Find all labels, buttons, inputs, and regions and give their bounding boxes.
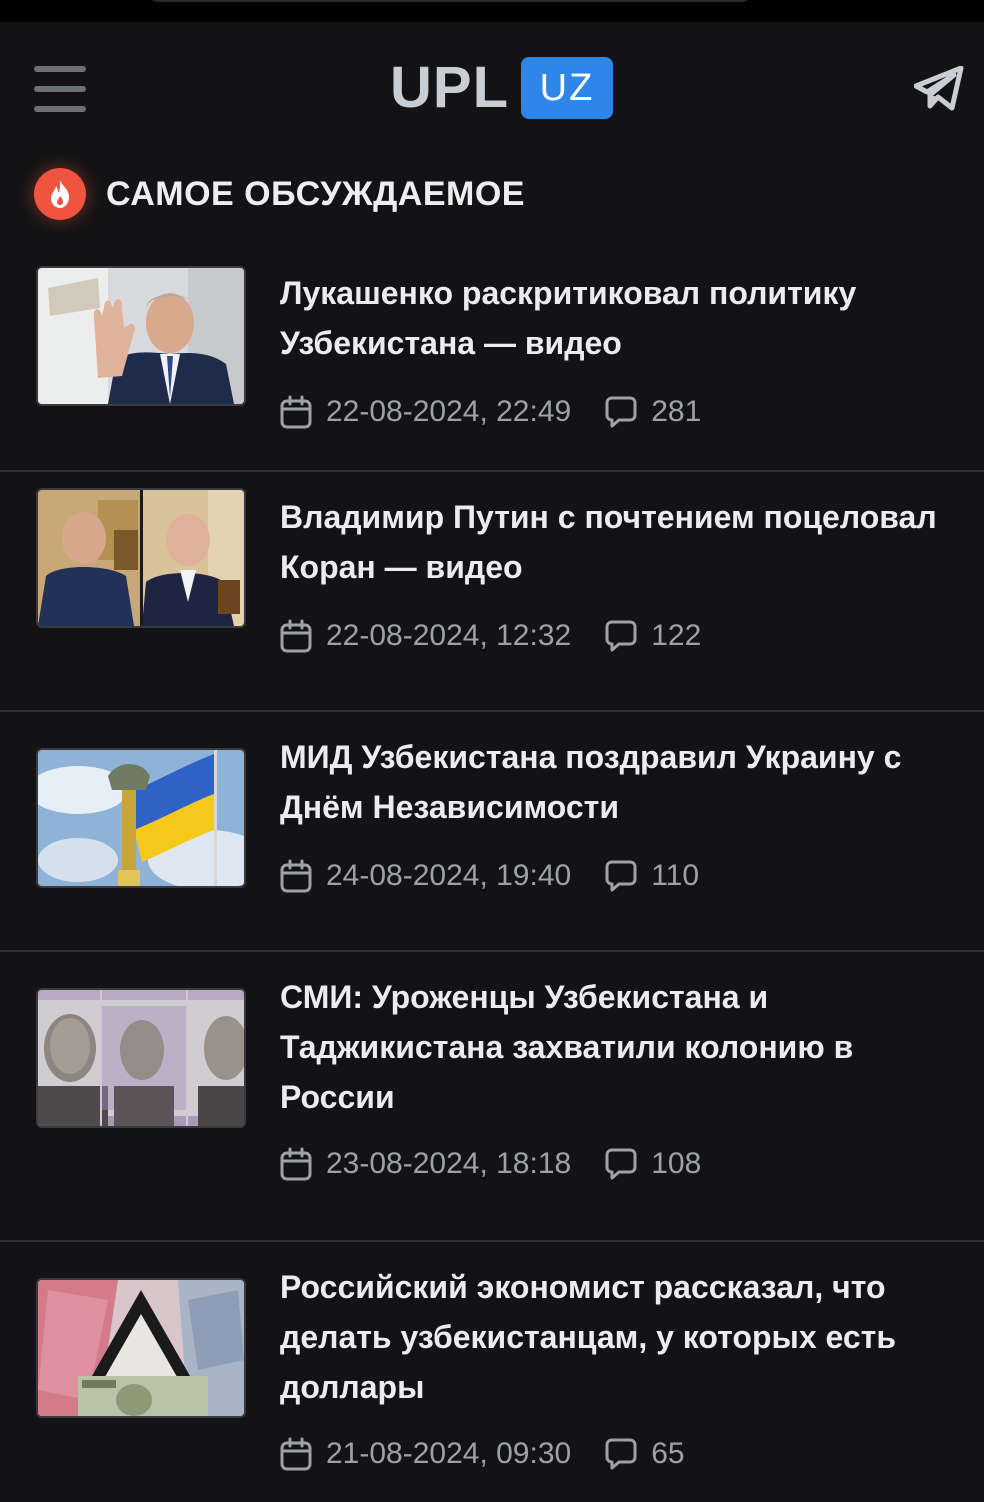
comment-count: 110 bbox=[651, 859, 700, 892]
article-title[interactable]: МИД Узбекистана поздравил Украину с Днём… bbox=[280, 732, 970, 832]
news-item[interactable]: МИД Узбекистана поздравил Украину с Днём… bbox=[0, 712, 984, 952]
comments-icon bbox=[605, 395, 637, 429]
article-meta: 24-08-2024, 19:40 110 bbox=[280, 856, 699, 896]
article-date: 21-08-2024, 09:30 bbox=[326, 1437, 572, 1470]
comments-icon bbox=[605, 859, 637, 893]
hamburger-line bbox=[34, 106, 86, 112]
article-date: 24-08-2024, 19:40 bbox=[326, 859, 572, 892]
comments-icon bbox=[605, 1147, 637, 1181]
calendar-icon bbox=[280, 395, 312, 429]
news-list: Лукашенко раскритиковал политику Узбекис… bbox=[0, 248, 984, 1502]
calendar-icon bbox=[280, 1437, 312, 1471]
comment-count: 65 bbox=[651, 1437, 685, 1470]
calendar-icon bbox=[280, 859, 312, 893]
news-item[interactable]: СМИ: Уроженцы Узбекистана и Таджикистана… bbox=[0, 952, 984, 1242]
logo-badge: UZ bbox=[521, 57, 613, 119]
news-item[interactable]: Владимир Путин с почтением поцеловал Кор… bbox=[0, 472, 984, 712]
article-title[interactable]: Владимир Путин с почтением поцеловал Кор… bbox=[280, 492, 970, 592]
article-date: 23-08-2024, 18:18 bbox=[326, 1147, 572, 1180]
news-item[interactable]: Лукашенко раскритиковал политику Узбекис… bbox=[0, 248, 984, 472]
telegram-button[interactable] bbox=[913, 65, 964, 112]
fire-icon bbox=[51, 180, 69, 208]
comment-count: 281 bbox=[651, 395, 702, 428]
article-date: 22-08-2024, 12:32 bbox=[326, 619, 572, 652]
article-meta: 22-08-2024, 22:49 281 bbox=[280, 392, 701, 432]
fire-badge bbox=[34, 168, 86, 220]
article-title[interactable]: Российский экономист рассказал, что дела… bbox=[280, 1262, 970, 1412]
comments-icon bbox=[605, 1437, 637, 1471]
article-title[interactable]: Лукашенко раскритиковал политику Узбекис… bbox=[280, 268, 970, 368]
telegram-icon bbox=[913, 65, 964, 111]
hamburger-line bbox=[34, 86, 86, 92]
status-bar bbox=[0, 0, 984, 22]
article-meta: 22-08-2024, 12:32 122 bbox=[280, 616, 701, 656]
comments-icon bbox=[605, 619, 637, 653]
status-notch bbox=[150, 0, 750, 2]
article-thumbnail[interactable] bbox=[36, 266, 246, 406]
article-date: 22-08-2024, 22:49 bbox=[326, 395, 572, 428]
comment-count: 108 bbox=[651, 1147, 702, 1180]
menu-button[interactable] bbox=[34, 66, 88, 112]
calendar-icon bbox=[280, 619, 312, 653]
article-title[interactable]: СМИ: Уроженцы Узбекистана и Таджикистана… bbox=[280, 972, 970, 1122]
article-meta: 23-08-2024, 18:18 108 bbox=[280, 1144, 701, 1184]
site-header: UPL UZ bbox=[0, 22, 984, 154]
article-meta: 21-08-2024, 09:30 65 bbox=[280, 1434, 685, 1474]
comment-count: 122 bbox=[651, 619, 702, 652]
article-thumbnail[interactable] bbox=[36, 1278, 246, 1418]
article-thumbnail[interactable] bbox=[36, 488, 246, 628]
section-heading: САМОЕ ОБСУЖДАЕМОЕ bbox=[34, 166, 525, 222]
section-title: САМОЕ ОБСУЖДАЕМОЕ bbox=[106, 174, 525, 213]
news-item[interactable]: Российский экономист рассказал, что дела… bbox=[0, 1242, 984, 1502]
logo-text: UPL bbox=[390, 55, 509, 120]
article-thumbnail[interactable] bbox=[36, 748, 246, 888]
site-logo[interactable]: UPL UZ bbox=[390, 56, 613, 120]
article-thumbnail[interactable] bbox=[36, 988, 246, 1128]
calendar-icon bbox=[280, 1147, 312, 1181]
hamburger-menu-icon bbox=[34, 66, 86, 72]
